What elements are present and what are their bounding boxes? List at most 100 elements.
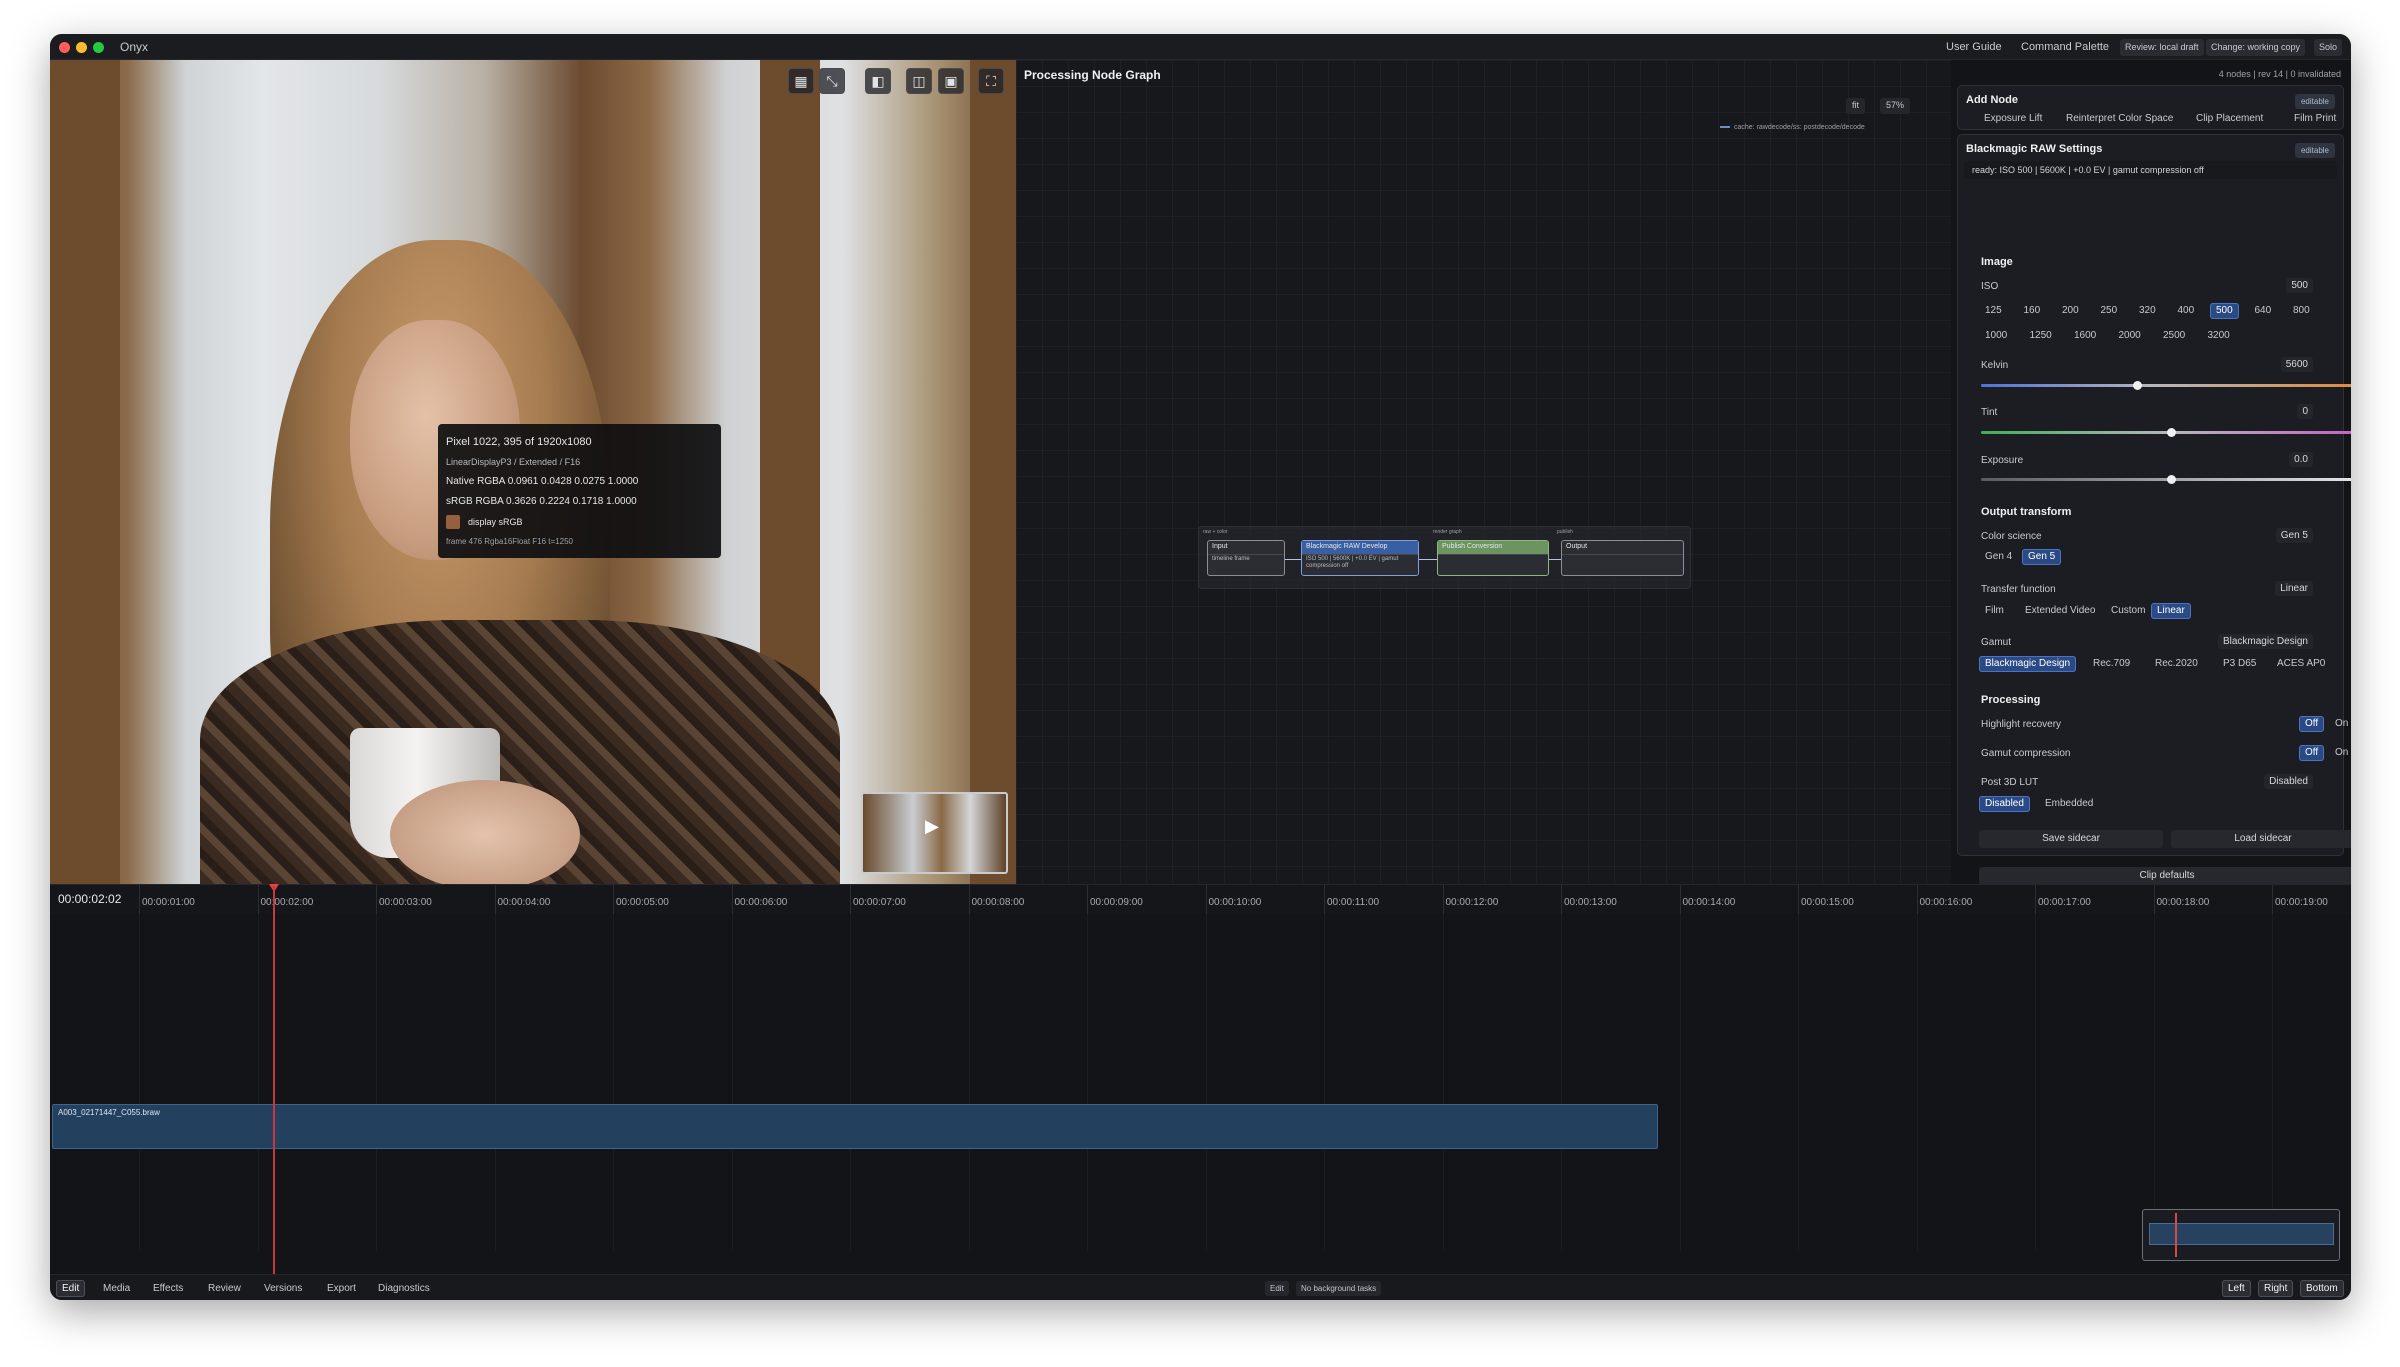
panel-left-button[interactable]: Left	[2222, 1280, 2251, 1297]
timeline-tracks[interactable]: A003_02171447_C055.braw	[50, 914, 2351, 1251]
node-graph-panel[interactable]: Processing Node Graph fit 57% cache: raw…	[1016, 60, 1951, 884]
transfer-custom[interactable]: Custom	[2105, 603, 2151, 619]
transfer-linear[interactable]: Linear	[2151, 603, 2191, 619]
color-science-gen5[interactable]: Gen 5	[2022, 549, 2062, 565]
node-publish-conversion[interactable]: Publish Conversion	[1437, 540, 1549, 576]
gamut-rec709[interactable]: Rec.709	[2087, 656, 2136, 672]
iso-option[interactable]: 200	[2056, 303, 2085, 319]
zoom-level[interactable]: 57%	[1880, 98, 1911, 114]
graph-title: Processing Node Graph	[1024, 68, 1161, 82]
add-node-exposure-lift[interactable]: Exposure Lift	[1978, 111, 2048, 127]
ruler-tick-label: 00:00:15:00	[1801, 897, 1854, 908]
iso-option[interactable]: 1600	[2068, 328, 2102, 344]
iso-option[interactable]: 125	[1979, 303, 2008, 319]
tab-versions[interactable]: Versions	[258, 1280, 308, 1297]
gamut-p3-d65[interactable]: P3 D65	[2217, 656, 2262, 672]
tint-slider-knob[interactable]	[2167, 428, 2176, 437]
ruler-tick-label: 00:00:12:00	[1445, 897, 1499, 908]
zoom-fit-button[interactable]: fit	[1846, 98, 1866, 114]
ruler-tick-label: 00:00:16:00	[1919, 897, 1973, 908]
kelvin-value[interactable]: 5600	[2280, 357, 2313, 372]
group-label: publish	[1557, 529, 1573, 535]
grid-icon[interactable]: ▦	[788, 68, 814, 94]
iso-value[interactable]: 500	[2286, 278, 2313, 293]
load-sidecar-button[interactable]: Load sidecar	[2171, 830, 2351, 848]
iso-option[interactable]: 500	[2210, 303, 2239, 319]
highlight-recovery-off[interactable]: Off	[2299, 716, 2325, 732]
tab-effects[interactable]: Effects	[147, 1280, 189, 1297]
gamut-compression-on[interactable]: On	[2329, 745, 2351, 761]
tint-value[interactable]: 0	[2297, 404, 2313, 419]
tint-slider[interactable]	[1981, 428, 2351, 437]
fullscreen-icon[interactable]: ⛶	[978, 68, 1004, 94]
video-viewer[interactable]: ▦ ⤡ ◧ ◫ ▣ ⛶ Pixel 1022, 395 of 1920x1080…	[50, 60, 1016, 884]
iso-option[interactable]: 160	[2018, 303, 2047, 319]
gamut-compression-off[interactable]: Off	[2299, 745, 2325, 761]
thumbnail-preview[interactable]: ▶	[861, 792, 1008, 874]
add-node-film-print[interactable]: Film Print	[2288, 111, 2342, 127]
solo-button[interactable]: Solo	[2314, 39, 2343, 56]
gamut-blackmagic-design[interactable]: Blackmagic Design	[1979, 656, 2077, 672]
save-sidecar-button[interactable]: Save sidecar	[1979, 830, 2163, 848]
post-lut-value[interactable]: Disabled	[2264, 774, 2313, 789]
lut-disabled[interactable]: Disabled	[1979, 796, 2030, 812]
command-palette-button[interactable]: Command Palette	[2016, 39, 2114, 56]
node-output[interactable]: Output	[1561, 540, 1684, 576]
panel-right-button[interactable]: Right	[2258, 1280, 2294, 1297]
play-icon[interactable]: ▶	[925, 816, 939, 837]
change-status-button[interactable]: Change: working copy	[2206, 39, 2306, 56]
timeline-ruler[interactable]: 00:00:02:02 00:00:01:00 00:00:02:00 00:00:…	[50, 884, 2351, 915]
fit-screen-icon[interactable]: ⤡	[819, 68, 845, 94]
timeline-minimap[interactable]	[2142, 1209, 2340, 1261]
iso-option[interactable]: 400	[2172, 303, 2201, 319]
zoom-window-button[interactable]	[93, 42, 104, 53]
iso-option[interactable]: 640	[2249, 303, 2278, 319]
iso-option[interactable]: 250	[2095, 303, 2124, 319]
ruler-tick-line	[2272, 885, 2273, 915]
add-node-reinterpret-color-space[interactable]: Reinterpret Color Space	[2060, 111, 2179, 127]
split-icon[interactable]: ◫	[906, 68, 932, 94]
iso-option[interactable]: 1000	[1979, 328, 2013, 344]
lut-embedded[interactable]: Embedded	[2039, 796, 2099, 812]
node-raw-develop[interactable]: Blackmagic RAW Develop ISO 500 | 5600K |…	[1301, 540, 1419, 576]
iso-option[interactable]: 2500	[2157, 328, 2191, 344]
iso-option[interactable]: 320	[2133, 303, 2162, 319]
highlight-recovery-on[interactable]: On	[2329, 716, 2351, 732]
transfer-film[interactable]: Film	[1979, 603, 2010, 619]
exposure-value[interactable]: 0.0	[2289, 452, 2313, 467]
clip-defaults-button[interactable]: Clip defaults	[1979, 867, 2351, 885]
exposure-slider[interactable]	[1981, 475, 2351, 484]
review-status-button[interactable]: Review: local draft	[2120, 39, 2204, 56]
exposure-slider-knob[interactable]	[2167, 475, 2176, 484]
timeline-clip[interactable]: A003_02171447_C055.braw	[52, 1104, 1658, 1149]
tab-edit[interactable]: Edit	[56, 1280, 86, 1297]
iso-option[interactable]: 2000	[2113, 328, 2147, 344]
transfer-value[interactable]: Linear	[2275, 581, 2313, 596]
gamut-aces-ap0[interactable]: ACES AP0	[2271, 656, 2331, 672]
overlay-icon[interactable]: ▣	[938, 68, 964, 94]
gamut-rec2020[interactable]: Rec.2020	[2149, 656, 2204, 672]
color-science-value[interactable]: Gen 5	[2275, 528, 2313, 543]
add-node-clip-placement[interactable]: Clip Placement	[2190, 111, 2269, 127]
color-science-gen4[interactable]: Gen 4	[1979, 549, 2018, 565]
iso-option[interactable]: 800	[2287, 303, 2316, 319]
iso-option[interactable]: 1250	[2024, 328, 2058, 344]
tab-media[interactable]: Media	[97, 1280, 136, 1297]
panel-bottom-button[interactable]: Bottom	[2300, 1280, 2344, 1297]
minimize-window-button[interactable]	[76, 42, 87, 53]
close-window-button[interactable]	[59, 42, 70, 53]
tab-diagnostics[interactable]: Diagnostics	[372, 1280, 436, 1297]
group-label: raw + color	[1203, 529, 1228, 535]
transfer-extended-video[interactable]: Extended Video	[2019, 603, 2101, 619]
compare-icon[interactable]: ◧	[865, 68, 891, 94]
ruler-tick-line	[1205, 885, 1207, 915]
user-guide-button[interactable]: User Guide	[1941, 39, 2007, 56]
iso-option[interactable]: 3200	[2202, 328, 2236, 344]
tab-export[interactable]: Export	[321, 1280, 362, 1297]
playhead[interactable]	[273, 886, 275, 1274]
node-input[interactable]: Input timeline frame	[1207, 540, 1285, 576]
gamut-value[interactable]: Blackmagic Design	[2217, 634, 2313, 649]
kelvin-slider-knob[interactable]	[2132, 381, 2142, 390]
kelvin-slider[interactable]	[1981, 381, 2351, 390]
tab-review[interactable]: Review	[202, 1280, 247, 1297]
